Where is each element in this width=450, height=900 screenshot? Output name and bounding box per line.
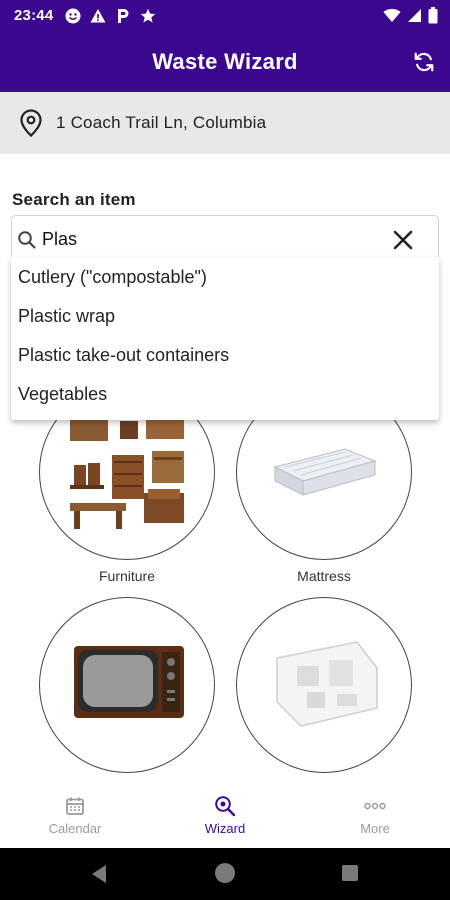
wizard-search-icon: [214, 795, 236, 817]
system-nav-bar: [0, 848, 450, 900]
refresh-button[interactable]: [410, 48, 438, 76]
suggestion-item[interactable]: Plastic take-out containers: [18, 345, 229, 366]
category-label: Furniture: [98, 568, 156, 584]
signal-icon: [407, 8, 422, 28]
warning-icon: [89, 7, 107, 25]
television-image: [74, 646, 184, 718]
nav-more[interactable]: More: [300, 786, 450, 848]
category-foam-tile[interactable]: [236, 597, 412, 773]
app-title: Waste Wizard: [152, 49, 298, 74]
search-label: Search an item: [12, 190, 136, 209]
suggestions-dropdown: Cutlery ("compostable") Plastic wrap Pla…: [11, 257, 439, 420]
close-icon[interactable]: [392, 229, 414, 251]
nav-label: Wizard: [204, 821, 246, 836]
refresh-icon: [414, 52, 434, 72]
status-bar: 23:44: [0, 0, 450, 32]
category-label: Mattress: [297, 568, 351, 584]
search-box[interactable]: [11, 215, 439, 261]
status-icons-right: [383, 7, 438, 29]
bottom-nav: Calendar Wizard More: [0, 786, 450, 848]
suggestion-item[interactable]: Cutlery ("compostable"): [18, 267, 207, 288]
more-dots-icon: [364, 795, 386, 817]
calendar-icon: [64, 795, 86, 817]
suggestion-item[interactable]: Plastic wrap: [18, 306, 115, 327]
recent-apps-icon[interactable]: [342, 865, 358, 881]
status-time: 23:44: [14, 7, 54, 24]
app-bar: Waste Wizard: [0, 32, 450, 92]
face-icon: [64, 7, 82, 25]
suggestion-item[interactable]: Vegetables: [18, 384, 107, 405]
home-icon[interactable]: [215, 863, 235, 883]
address-bar[interactable]: 1 Coach Trail Ln, Columbia: [0, 92, 450, 154]
parking-icon: [114, 7, 132, 25]
battery-icon: [428, 7, 438, 29]
search-input[interactable]: [42, 226, 382, 252]
category-tv-tile[interactable]: [39, 597, 215, 773]
nav-wizard[interactable]: Wizard: [150, 786, 300, 848]
star-icon: [139, 7, 157, 25]
wifi-icon: [383, 8, 401, 28]
back-icon[interactable]: [90, 864, 108, 884]
address-text: 1 Coach Trail Ln, Columbia: [56, 113, 267, 132]
location-pin-icon: [18, 108, 44, 138]
nav-label: Calendar: [48, 821, 102, 836]
search-icon: [18, 231, 36, 249]
nav-calendar[interactable]: Calendar: [0, 786, 150, 848]
status-icons-left: [64, 7, 157, 25]
foam-packaging-image: [276, 641, 378, 727]
nav-label: More: [360, 821, 390, 836]
